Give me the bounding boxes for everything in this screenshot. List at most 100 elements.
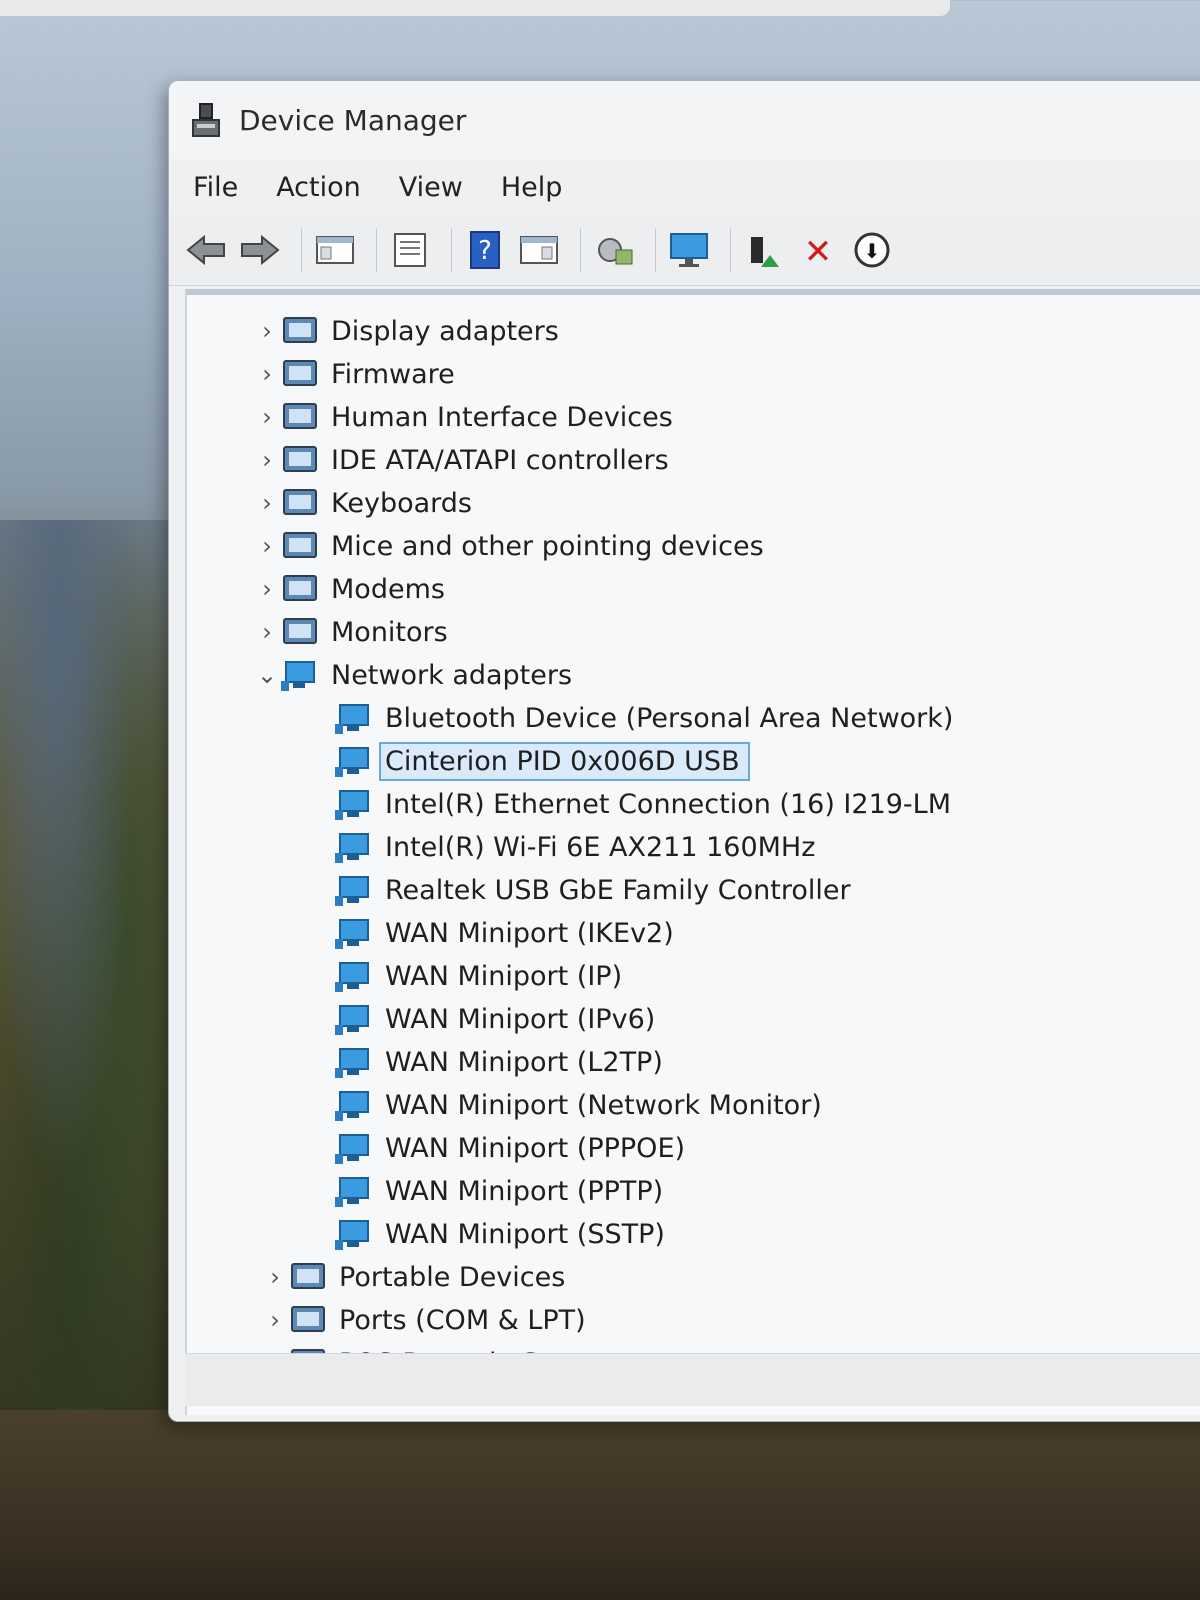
help-icon: ?	[470, 231, 500, 269]
network-adapter-icon	[335, 1130, 373, 1166]
tree-category[interactable]: › Modems	[253, 569, 445, 609]
menu-help[interactable]: Help	[501, 172, 563, 203]
firmware-icon	[281, 356, 319, 392]
device-tree[interactable]: › Display adapters › Firmware › Human Interfa…	[185, 289, 1200, 1415]
tree-device[interactable]: WAN Miniport (IKEv2)	[335, 913, 674, 953]
device-manager-window: Device Manager File Action View Help ? ✕…	[168, 80, 1200, 1422]
scan-hardware-changes-icon	[598, 238, 633, 265]
tree-item-label: WAN Miniport (IPv6)	[385, 1003, 656, 1035]
menu-action[interactable]: Action	[276, 172, 361, 203]
toolbar-separator	[301, 228, 302, 272]
scan-hardware-changes-button[interactable]	[591, 227, 637, 273]
chevron-right-icon[interactable]: ›	[253, 618, 281, 646]
tree-item-label: Display adapters	[331, 315, 559, 347]
tree-item-label: WAN Miniport (SSTP)	[385, 1218, 665, 1250]
svg-text:✕: ✕	[804, 233, 833, 267]
tree-device[interactable]: WAN Miniport (IP)	[335, 956, 622, 996]
chevron-right-icon[interactable]: ›	[261, 1263, 289, 1291]
tree-device[interactable]: Cinterion PID 0x006D USB	[335, 741, 750, 781]
back-arrow-icon	[186, 235, 225, 265]
hid-icon	[281, 399, 319, 435]
tree-item-label: WAN Miniport (PPPOE)	[385, 1132, 686, 1164]
chevron-down-icon[interactable]: ⌄	[253, 661, 281, 689]
help-button[interactable]: ?	[462, 227, 508, 273]
network-adapter-icon	[335, 743, 373, 779]
portable-device-icon	[289, 1259, 327, 1295]
display-adapter-icon	[281, 313, 319, 349]
menu-bar: File Action View Help	[169, 159, 1200, 215]
uninstall-device-button[interactable]: ✕	[795, 227, 841, 273]
chevron-right-icon[interactable]: ›	[253, 403, 281, 431]
properties-icon	[394, 233, 426, 267]
menu-file[interactable]: File	[193, 172, 238, 203]
tree-category[interactable]: › Keyboards	[253, 483, 472, 523]
desktop-wallpaper-bottom	[0, 1410, 1200, 1600]
tree-item-label: Monitors	[331, 616, 448, 648]
network-adapter-icon	[335, 700, 373, 736]
menu-view[interactable]: View	[399, 172, 463, 203]
forward-button[interactable]	[237, 227, 283, 273]
network-adapter-icon	[335, 958, 373, 994]
tree-item-label: Modems	[331, 573, 445, 605]
tree-item-label: Human Interface Devices	[331, 401, 673, 433]
tree-device[interactable]: WAN Miniport (L2TP)	[335, 1042, 663, 1082]
tree-item-label: WAN Miniport (IKEv2)	[385, 917, 674, 949]
chevron-right-icon[interactable]: ›	[253, 532, 281, 560]
show-action-pane-button[interactable]	[516, 227, 562, 273]
network-adapter-icon	[335, 872, 373, 908]
tree-item-label: Ports (COM & LPT)	[339, 1304, 586, 1336]
forward-arrow-icon	[241, 235, 280, 265]
tree-device[interactable]: Bluetooth Device (Personal Area Network)	[335, 698, 953, 738]
back-button[interactable]	[183, 227, 229, 273]
tree-item-label: Mice and other pointing devices	[331, 530, 764, 562]
tree-device[interactable]: WAN Miniport (Network Monitor)	[335, 1085, 822, 1125]
tree-item-label: Network adapters	[331, 659, 573, 691]
network-adapter-icon	[335, 1216, 373, 1252]
properties-button[interactable]	[387, 227, 433, 273]
chevron-right-icon[interactable]: ›	[253, 446, 281, 474]
tree-device[interactable]: WAN Miniport (SSTP)	[335, 1214, 665, 1254]
toolbar-separator	[451, 228, 452, 272]
modem-icon	[281, 571, 319, 607]
tree-device[interactable]: Intel(R) Ethernet Connection (16) I219-L…	[335, 784, 951, 824]
tree-category[interactable]: › IDE ATA/ATAPI controllers	[253, 440, 668, 480]
tree-device[interactable]: Realtek USB GbE Family Controller	[335, 870, 851, 910]
tree-bottom-area	[185, 1353, 1200, 1406]
tree-item-label: Intel(R) Ethernet Connection (16) I219-L…	[385, 788, 952, 820]
tree-category[interactable]: › Firmware	[253, 354, 455, 394]
chevron-right-icon[interactable]: ›	[261, 1306, 289, 1334]
tree-category[interactable]: › Mice and other pointing devices	[253, 526, 764, 566]
port-icon	[289, 1302, 327, 1338]
tree-item-label: Firmware	[331, 358, 455, 390]
network-adapter-icon	[335, 915, 373, 951]
tree-item-label: Bluetooth Device (Personal Area Network)	[385, 702, 954, 734]
tree-category[interactable]: › Monitors	[253, 612, 448, 652]
display-device-button[interactable]	[666, 227, 712, 273]
tree-category[interactable]: › Display adapters	[253, 311, 559, 351]
network-adapter-icon	[335, 786, 373, 822]
chevron-right-icon[interactable]: ›	[253, 317, 281, 345]
update-driver-button[interactable]	[741, 227, 787, 273]
monitor-icon	[281, 614, 319, 650]
display-device-icon	[670, 233, 708, 267]
tree-item-label: WAN Miniport (L2TP)	[385, 1046, 663, 1078]
title-bar: Device Manager	[169, 81, 1200, 159]
disable-device-button[interactable]: ⬇	[849, 227, 895, 273]
tree-device[interactable]: Intel(R) Wi-Fi 6E AX211 160MHz	[335, 827, 815, 867]
tree-category[interactable]: › Human Interface Devices	[253, 397, 673, 437]
show-hide-console-tree-button[interactable]	[312, 227, 358, 273]
tree-device[interactable]: WAN Miniport (PPTP)	[335, 1171, 663, 1211]
tree-category[interactable]: › Ports (COM & LPT)	[261, 1300, 586, 1340]
tree-item-label: Cinterion PID 0x006D USB	[379, 741, 750, 781]
ide-controller-icon	[281, 442, 319, 478]
chevron-right-icon[interactable]: ›	[253, 575, 281, 603]
network-adapter-icon	[281, 657, 319, 693]
tree-category[interactable]: › Portable Devices	[261, 1257, 565, 1297]
chevron-right-icon[interactable]: ›	[253, 360, 281, 388]
chevron-right-icon[interactable]: ›	[253, 489, 281, 517]
tree-device[interactable]: WAN Miniport (IPv6)	[335, 999, 655, 1039]
tree-device[interactable]: WAN Miniport (PPPOE)	[335, 1128, 685, 1168]
show-hide-console-tree-icon	[316, 236, 354, 264]
tree-category-network-adapters[interactable]: ⌄ Network adapters	[253, 655, 572, 695]
network-adapter-icon	[335, 829, 373, 865]
